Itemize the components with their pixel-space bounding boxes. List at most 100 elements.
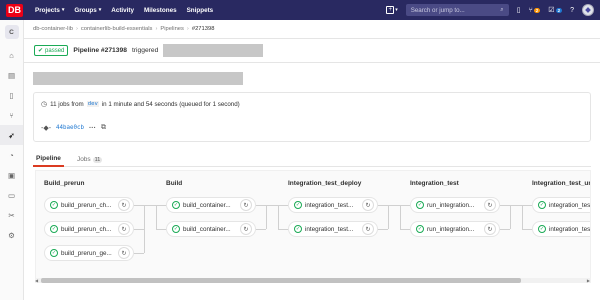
sidebar-item-merge-requests[interactable]: ⑂ [0,105,23,125]
job-passed-icon: ✓ [538,201,546,209]
scroll-left-icon[interactable]: ◀ [35,278,38,283]
stage-connector [500,229,510,230]
tab-pipeline[interactable]: Pipeline [33,152,64,167]
job-item[interactable]: ✓ build_container... ↻ [166,197,256,213]
retry-icon[interactable]: ↻ [118,247,130,259]
job-passed-icon: ✓ [416,225,424,233]
job-name: build_prerun_ge... [61,249,112,257]
sidebar-item-ci-cd[interactable]: ➶ [0,125,23,145]
help-button[interactable]: ? [570,7,574,14]
nav-milestones[interactable]: Milestones [144,7,177,14]
retry-icon[interactable]: ↻ [118,223,130,235]
job-item[interactable]: ✓integration_test...↻ [288,221,378,237]
job-item[interactable]: ✓ run_integration... ↻ [410,221,500,237]
job-name: build_container... [183,225,231,233]
breadcrumb-item[interactable]: Pipelines [160,26,184,32]
retry-icon[interactable]: ↻ [240,223,252,235]
nav-links: Projects ▾ Groups ▾ Activity Milestones Sn… [35,7,213,14]
new-item-button[interactable]: + ▾ [386,6,398,14]
nav-snippets[interactable]: Snippets [187,7,214,14]
retry-icon[interactable]: ↻ [484,199,496,211]
retry-icon[interactable]: ↻ [240,199,252,211]
avatar[interactable] [582,4,594,16]
breadcrumb-current[interactable]: #271398 [192,26,215,32]
chevron-down-icon: ▾ [61,7,65,13]
nav-activity[interactable]: Activity [111,7,134,14]
stage-connector [400,205,401,229]
scroll-right-icon[interactable]: ▶ [587,278,590,283]
check-circle-icon: ✔ [38,48,44,54]
breadcrumb: db-container-lib › containerlib-build-es… [33,22,214,36]
nav-right: + ▾ Search or jump to... ⌕ ▯ ⑂ 2 ☑ 2 ? [386,0,594,20]
retry-icon[interactable]: ↻ [484,223,496,235]
stage-connector [156,229,166,230]
project-avatar[interactable]: C [4,25,19,39]
tab-pipeline-label: Pipeline [36,155,61,162]
breadcrumb-item[interactable]: db-container-lib [33,26,73,32]
job-passed-icon: ✓ [50,201,58,209]
job-item[interactable]: ✓ build_prerun_ch... ↻ [44,221,134,237]
job-passed-icon: ✓ [50,249,58,257]
status-badge[interactable]: ✔ passed [34,45,69,56]
stage-connector [388,205,389,229]
status-label: passed [45,47,65,54]
retry-icon[interactable]: ↻ [118,199,130,211]
nav-projects[interactable]: Projects ▾ [35,7,64,14]
job-passed-icon: ✓ [172,225,180,233]
sidebar-item-packages[interactable]: ▣ [0,165,23,185]
scrollbar-thumb[interactable] [41,278,521,283]
help-icon: ? [570,6,574,14]
job-item[interactable]: ✓ build_container... ↻ [166,221,256,237]
issues-icon: ▯ [516,7,521,14]
sidebar-item-snippets[interactable]: ✂ [0,205,23,225]
horizontal-scrollbar[interactable]: ◀ ▶ [35,278,591,283]
db-logo[interactable]: DB [6,3,23,17]
retry-icon[interactable]: ↻ [362,199,374,211]
job-item[interactable]: ✓integration_test...↻ [288,197,378,213]
stage-connector [278,229,288,230]
merge-requests-nav-button[interactable]: ⑂ 2 [529,7,541,14]
snippets-icon: ✂ [8,210,15,220]
job-name: build_container... [183,201,231,209]
job-item[interactable]: ✓ build_prerun_ge... ↻ [44,245,134,261]
job-passed-icon: ✓ [294,201,302,209]
sidebar-item-project[interactable]: ⌂ [0,45,23,65]
job-name: run_integration... [427,225,475,233]
sidebar: C ⌂ ▤ ▯ ⑂ ➶ ◔ ▣ ▭ ✂ ⚙ [0,20,24,300]
sidebar-item-settings[interactable]: ⚙ [0,225,23,245]
todos-nav-button[interactable]: ☑ 2 [548,6,563,14]
job-item[interactable]: ✓integration_test...↻ [532,197,590,213]
sidebar-item-issues[interactable]: ▯ [0,85,23,105]
search-input[interactable]: Search or jump to... ⌕ [405,4,509,16]
stage-connector [144,205,145,253]
stage-title: Integration_test [410,180,459,187]
tab-jobs[interactable]: Jobs 11 [74,152,105,167]
branch-link[interactable]: dev [86,101,99,107]
job-passed-icon: ✓ [416,201,424,209]
sidebar-item-repository[interactable]: ▤ [0,65,23,85]
job-passed-icon: ✓ [50,225,58,233]
search-placeholder: Search or jump to... [410,6,465,14]
job-passed-icon: ✓ [294,225,302,233]
sidebar-item-wiki[interactable]: ▭ [0,185,23,205]
job-item[interactable]: ✓ build_prerun_ch... ↻ [44,197,134,213]
plus-square-icon: + [386,6,395,14]
copy-icon[interactable]: ⧉ [101,124,106,132]
job-item[interactable]: ✓integration_test...↻ [532,221,590,237]
more-actions-icon[interactable]: ··· [89,125,96,132]
job-passed-icon: ✓ [172,201,180,209]
operations-icon: ◔ [9,150,14,160]
stage-connector [378,205,410,206]
retry-icon[interactable]: ↻ [362,223,374,235]
triggered-text: triggered [131,47,159,54]
job-item[interactable]: ✓ run_integration... ↻ [410,197,500,213]
issues-nav-button[interactable]: ▯ [517,6,521,14]
nav-groups[interactable]: Groups ▾ [74,7,101,14]
jobs-summary: ◷ 11 jobs from dev in 1 minute and 54 se… [41,100,240,109]
sidebar-item-operations[interactable]: ◔ [0,145,23,165]
nav-groups-label: Groups [74,6,97,14]
breadcrumb-item[interactable]: containerlib-build-essentials [81,26,153,32]
breadcrumb-separator-icon: › [155,26,158,32]
commit-sha-link[interactable]: 44bae0cb [56,125,84,131]
package-icon: ▣ [7,170,16,180]
